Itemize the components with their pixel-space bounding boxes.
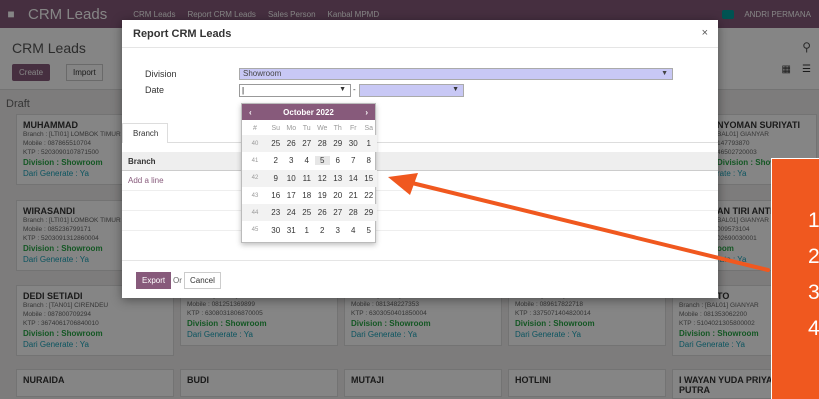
step-number: 4 — [808, 317, 819, 340]
annotation-arrow — [388, 173, 770, 272]
arrow-shaft — [410, 181, 770, 272]
annotation-panel: 1 2 3 4 — [771, 158, 819, 399]
step-number: 1 — [808, 209, 819, 232]
step-number: 2 — [808, 245, 819, 268]
step-number: 3 — [808, 281, 819, 304]
arrow-head-icon — [388, 173, 418, 195]
